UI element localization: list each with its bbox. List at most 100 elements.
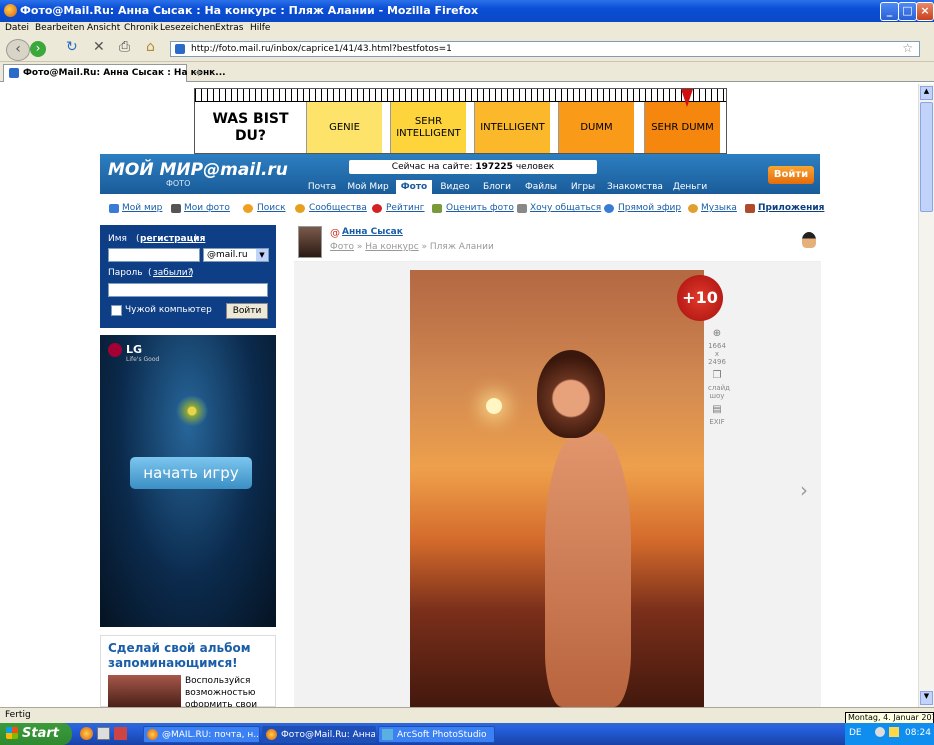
header-login-button[interactable]: Войти (768, 166, 814, 184)
domain-select[interactable]: @mail.ru ▼ (203, 248, 269, 262)
quicklaunch-firefox-icon[interactable] (80, 727, 93, 740)
author-avatar[interactable] (298, 226, 322, 258)
next-photo-icon[interactable]: › (800, 478, 808, 502)
live-icon (604, 204, 614, 213)
exif-label[interactable]: EXIF (708, 418, 726, 426)
scroll-down-icon[interactable]: ▼ (920, 691, 933, 705)
quicklink-moi-foto[interactable]: Мои фото (184, 203, 230, 213)
rating-badge[interactable]: +10 (677, 275, 723, 321)
zoom-icon[interactable]: ⊕ (708, 329, 726, 339)
forward-button[interactable]: › (30, 41, 46, 57)
chat-icon (517, 204, 527, 213)
quicklink-poisk[interactable]: Поиск (257, 203, 286, 213)
nav-tab-znakomstva[interactable]: Знакомства (604, 180, 666, 194)
login-password-input[interactable] (108, 283, 268, 297)
user-status-icon[interactable] (802, 232, 816, 248)
banner-cell-genie[interactable]: GENIE (306, 102, 382, 153)
quicklink-prilozheniya[interactable]: Приложения (758, 203, 824, 213)
nav-tab-igry[interactable]: Игры (566, 180, 600, 194)
rate-photo-icon (432, 204, 442, 213)
forgot-password-link[interactable]: забыли? (153, 268, 192, 278)
address-bar[interactable]: http://foto.mail.ru/inbox/caprice1/41/43… (170, 41, 920, 57)
banner-ad[interactable]: WAS BIST DU? GENIE SEHR INTELLIGENT INTE… (194, 88, 727, 154)
quicklink-pryamoy-efir[interactable]: Прямой эфир (618, 203, 681, 213)
new-tab-button[interactable]: + (194, 66, 203, 79)
taskbar-item-label: Фото@Mail.Ru: Анна... (281, 730, 376, 740)
banner-cell-sehr-dumm[interactable]: SEHR DUMM (644, 102, 720, 153)
scroll-up-icon[interactable]: ▲ (920, 86, 933, 100)
menu-hilfe[interactable]: Hilfe (250, 23, 270, 33)
scroll-thumb[interactable] (920, 102, 933, 212)
tray-volume-icon[interactable] (889, 727, 899, 737)
clock[interactable]: 08:24 (905, 728, 931, 738)
taskbar-item-arcsoft[interactable]: ArcSoft PhotoStudio (378, 726, 495, 743)
quicklink-khochu-obshchatsya[interactable]: Хочу общаться (530, 203, 601, 213)
taskbar-item-foto[interactable]: Фото@Mail.Ru: Анна... (262, 726, 376, 743)
slideshow-icon[interactable]: ❐ (708, 371, 726, 381)
nav-tab-pochta[interactable]: Почта (304, 180, 340, 194)
quicklink-moy-mir[interactable]: Мой мир (122, 203, 162, 213)
music-icon (688, 204, 698, 213)
site-icon (175, 44, 185, 54)
site-logo[interactable]: МОЙ МИР@mail.ru (108, 160, 288, 180)
pointer-marker-icon (681, 89, 693, 107)
nav-tab-dengi[interactable]: Деньги (670, 180, 710, 194)
login-name-input[interactable] (108, 248, 200, 262)
breadcrumb-foto[interactable]: Фото (330, 242, 354, 252)
photo-subject-body (545, 432, 631, 707)
vertical-scrollbar[interactable]: ▲ ▼ (918, 84, 934, 707)
print-icon[interactable]: ⎙ (119, 39, 130, 55)
firefox-icon (4, 4, 17, 17)
apps-icon (745, 204, 755, 213)
menu-datei[interactable]: Datei (5, 23, 29, 33)
sun-graphic (486, 398, 502, 414)
nav-tab-moy-mir[interactable]: Мой Мир (344, 180, 392, 194)
rating-icon (372, 204, 382, 213)
menu-ansicht[interactable]: Ansicht (87, 23, 120, 33)
dropdown-arrow-icon[interactable]: ▼ (256, 249, 268, 261)
window-title: Фото@Mail.Ru: Анна Сысак : На конкурс : … (20, 4, 479, 17)
nav-tab-faily[interactable]: Файлы (520, 180, 562, 194)
nav-tab-blogi[interactable]: Блоги (478, 180, 516, 194)
close-button[interactable]: × (916, 2, 934, 21)
language-indicator[interactable]: DE (849, 728, 862, 738)
stop-icon[interactable]: ✕ (93, 39, 105, 55)
login-submit-button[interactable]: Войти (226, 303, 268, 319)
menu-extras[interactable]: Extras (215, 23, 243, 33)
menu-bearbeiten[interactable]: Bearbeiten (35, 23, 84, 33)
author-name-link[interactable]: Анна Сысак (342, 227, 403, 237)
breadcrumb-contest[interactable]: На конкурс (365, 242, 418, 252)
banner-cell-sehr-intelligent[interactable]: SEHR INTELLIGENT (390, 102, 466, 153)
tab-active[interactable]: Фото@Mail.Ru: Анна Сысак : На конк... (3, 64, 226, 82)
promo-image (108, 675, 181, 707)
maximize-button[interactable]: □ (898, 2, 917, 21)
quicklaunch-desktop-icon[interactable] (97, 727, 110, 740)
quicklaunch-app-icon[interactable] (114, 727, 127, 740)
reload-icon[interactable]: ↻ (66, 39, 78, 55)
quicklink-reyting[interactable]: Рейтинг (386, 203, 425, 213)
exif-icon[interactable]: ▤ (708, 405, 726, 415)
banner-cell-dumm[interactable]: DUMM (558, 102, 634, 153)
bookmark-star-icon[interactable]: ☆ (902, 41, 913, 55)
status-text: Fertig (5, 710, 31, 720)
home-icon[interactable]: ⌂ (146, 39, 155, 55)
quicklink-otsenit-foto[interactable]: Оценить фото (446, 203, 514, 213)
promo-title[interactable]: Сделай свой альбом запоминающимся! (108, 641, 268, 671)
ad-brand: LG (126, 343, 143, 356)
tray-network-icon[interactable] (875, 727, 885, 737)
start-button[interactable]: Start (0, 723, 72, 745)
nav-tab-foto[interactable]: Фото (396, 180, 432, 194)
start-game-button[interactable]: начать игру (130, 457, 252, 489)
taskbar-item-mail[interactable]: @MAIL.RU: почта, н... (143, 726, 260, 743)
menu-chronik[interactable]: Chronik (124, 23, 158, 33)
banner-cell-intelligent[interactable]: INTELLIGENT (474, 102, 550, 153)
back-button[interactable]: ‹ (6, 39, 30, 61)
minimize-button[interactable]: _ (880, 2, 899, 21)
nav-tab-video[interactable]: Видео (436, 180, 474, 194)
slideshow-label[interactable]: слайд шоу (708, 384, 730, 400)
online-suffix: человек (515, 162, 555, 172)
quicklink-soobshchestva[interactable]: Сообщества (309, 203, 367, 213)
foreign-pc-checkbox[interactable] (111, 305, 122, 316)
quicklink-muzyka[interactable]: Музыка (701, 203, 737, 213)
menu-lesezeichen[interactable]: Lesezeichen (160, 23, 215, 33)
